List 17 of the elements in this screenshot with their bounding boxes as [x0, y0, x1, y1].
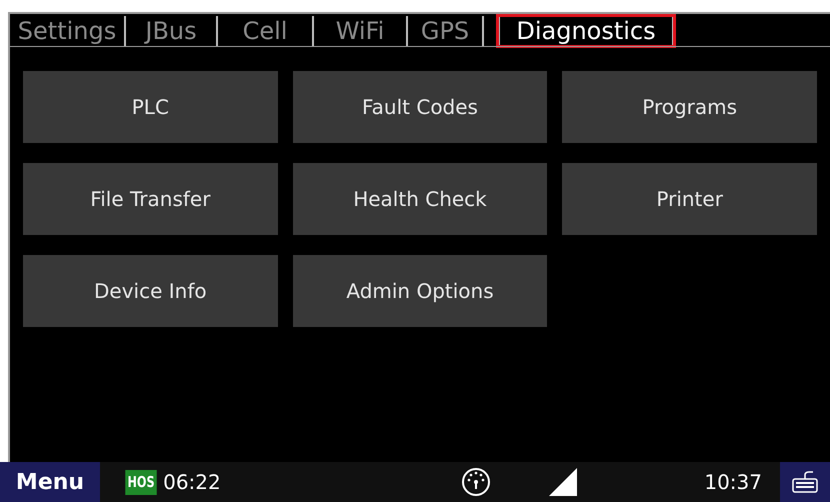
menu-button[interactable]: Device Info	[23, 255, 278, 327]
menu-button[interactable]: Printer	[562, 163, 817, 235]
menu-button[interactable]: Fault Codes	[292, 71, 548, 143]
hos-badge: HOS	[125, 470, 157, 494]
keyboard-icon	[791, 470, 819, 494]
menu-button[interactable]: Health Check	[292, 163, 548, 235]
menu-button[interactable]: Menu	[0, 462, 100, 502]
clock: 10:37	[704, 469, 762, 496]
tab[interactable]: Diagnostics	[498, 16, 674, 46]
menu-button[interactable]: Admin Options	[292, 255, 548, 327]
menu-button[interactable]: Programs	[562, 71, 817, 143]
signal-icon	[548, 468, 577, 496]
menu-button[interactable]: PLC	[23, 71, 278, 143]
gauge-icon[interactable]	[460, 467, 491, 497]
hos-time: 06:22	[163, 469, 221, 496]
keyboard-button[interactable]	[780, 462, 830, 502]
menu-button[interactable]: File Transfer	[23, 163, 278, 235]
